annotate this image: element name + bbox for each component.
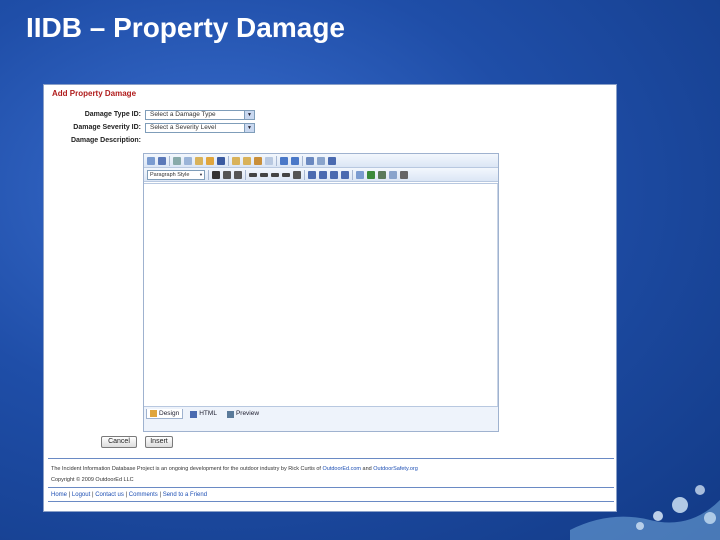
undo-icon[interactable] [280, 156, 288, 165]
cancel-button[interactable]: Cancel [101, 436, 137, 448]
nav-home[interactable]: Home [51, 492, 67, 498]
underline-icon[interactable] [234, 170, 242, 179]
scrollbar[interactable] [497, 184, 498, 406]
tab-design-label: Design [159, 409, 180, 417]
divider [48, 501, 614, 502]
form-title: Add Property Damage [52, 89, 137, 98]
divider [48, 458, 614, 459]
numbered-list-icon[interactable] [319, 170, 327, 179]
tab-preview[interactable]: Preview [224, 409, 262, 419]
insert-button[interactable]: Insert [145, 436, 173, 448]
zoom-icon[interactable] [328, 156, 336, 165]
damage-severity-value: Select a Severity Level [150, 124, 217, 131]
align-justify-icon[interactable] [282, 172, 290, 177]
toolbar-separator [245, 169, 246, 180]
outdent-icon[interactable] [341, 170, 349, 179]
footer-note-text: The Incident Information Database Projec… [51, 466, 323, 472]
footer-link-outdoored[interactable]: OutdoorEd.com [322, 466, 361, 472]
toolbar-separator [276, 155, 277, 166]
damage-severity-select[interactable]: Select a Severity Level ▼ [145, 123, 255, 133]
image-manager-icon[interactable] [356, 170, 364, 179]
indent-icon[interactable] [330, 170, 338, 179]
paste-icon[interactable] [195, 156, 203, 165]
toolbar-separator [228, 155, 229, 166]
clock-icon[interactable] [317, 156, 325, 165]
magnifier-icon [226, 410, 234, 418]
app-screenshot: Add Property Damage Damage Type ID: Sele… [43, 84, 617, 512]
italic-icon[interactable] [223, 170, 231, 179]
bullet-list-icon[interactable] [308, 170, 316, 179]
code-icon [190, 410, 198, 418]
rich-text-editor: Paragraph Style ▼ Design HTML Preview [143, 153, 499, 432]
align-right-icon[interactable] [271, 172, 279, 177]
damage-severity-label: Damage Severity ID: [73, 124, 141, 131]
paste-html-icon[interactable] [254, 156, 262, 165]
table-icon[interactable] [389, 170, 397, 179]
chevron-down-icon: ▼ [199, 171, 203, 177]
paragraph-style-select[interactable]: Paragraph Style ▼ [147, 169, 205, 180]
footer-link-outdoorsafety[interactable]: OutdoorSafety.org [373, 466, 418, 472]
format-icon[interactable] [293, 170, 301, 179]
unlink-icon[interactable] [378, 170, 386, 179]
format-painter-icon[interactable] [206, 156, 214, 165]
editor-toolbar-2: Paragraph Style ▼ [144, 168, 498, 182]
tab-design[interactable]: Design [146, 409, 184, 419]
damage-type-label: Damage Type ID: [84, 111, 141, 118]
clean-icon[interactable] [265, 156, 273, 165]
footer-nav: Home | Logout | Contact us | Comments | … [51, 492, 208, 498]
link-icon[interactable] [367, 170, 375, 179]
chevron-down-icon: ▼ [244, 111, 254, 119]
find-icon[interactable] [158, 156, 166, 165]
copy-icon[interactable] [184, 156, 192, 165]
description-edit-area[interactable] [144, 183, 498, 407]
divider [48, 487, 614, 488]
footer-note-mid: and [361, 466, 374, 472]
nav-comments[interactable]: Comments [129, 492, 158, 498]
editor-toolbar-1 [144, 154, 498, 168]
toolbar-separator [208, 169, 209, 180]
tab-html[interactable]: HTML [187, 409, 220, 419]
insert-table-icon[interactable] [306, 156, 314, 165]
damage-type-value: Select a Damage Type [150, 111, 216, 118]
copyright: Copyright © 2009 OutdoorEd LLC [51, 477, 134, 483]
spellcheck-icon[interactable] [217, 156, 225, 165]
tab-html-label: HTML [199, 410, 217, 417]
nav-logout[interactable]: Logout [72, 492, 90, 498]
slide-title: IIDB – Property Damage [26, 12, 345, 43]
align-center-icon[interactable] [260, 172, 268, 177]
paste-word-icon[interactable] [243, 156, 251, 165]
cut-icon[interactable] [173, 156, 181, 165]
redo-icon[interactable] [291, 156, 299, 165]
damage-type-select[interactable]: Select a Damage Type ▼ [145, 110, 255, 120]
paste-text-icon[interactable] [232, 156, 240, 165]
toolbar-separator [304, 169, 305, 180]
toolbar-separator [302, 155, 303, 166]
save-icon[interactable] [147, 156, 155, 165]
pencil-icon [150, 410, 157, 417]
bold-icon[interactable] [212, 170, 220, 179]
toolbar-separator [352, 169, 353, 180]
nav-contact-us[interactable]: Contact us [95, 492, 124, 498]
chevron-down-icon: ▼ [244, 124, 254, 132]
nav-send-to-friend[interactable]: Send to a Friend [163, 492, 207, 498]
special-char-icon[interactable] [400, 170, 408, 179]
paragraph-style-value: Paragraph Style [150, 171, 190, 178]
footer-note: The Incident Information Database Projec… [51, 466, 418, 472]
damage-description-label: Damage Description: [70, 137, 141, 144]
editor-mode-bar: Design HTML Preview [144, 407, 498, 431]
toolbar-separator [169, 155, 170, 166]
tab-preview-label: Preview [235, 410, 260, 417]
align-left-icon[interactable] [249, 172, 257, 177]
